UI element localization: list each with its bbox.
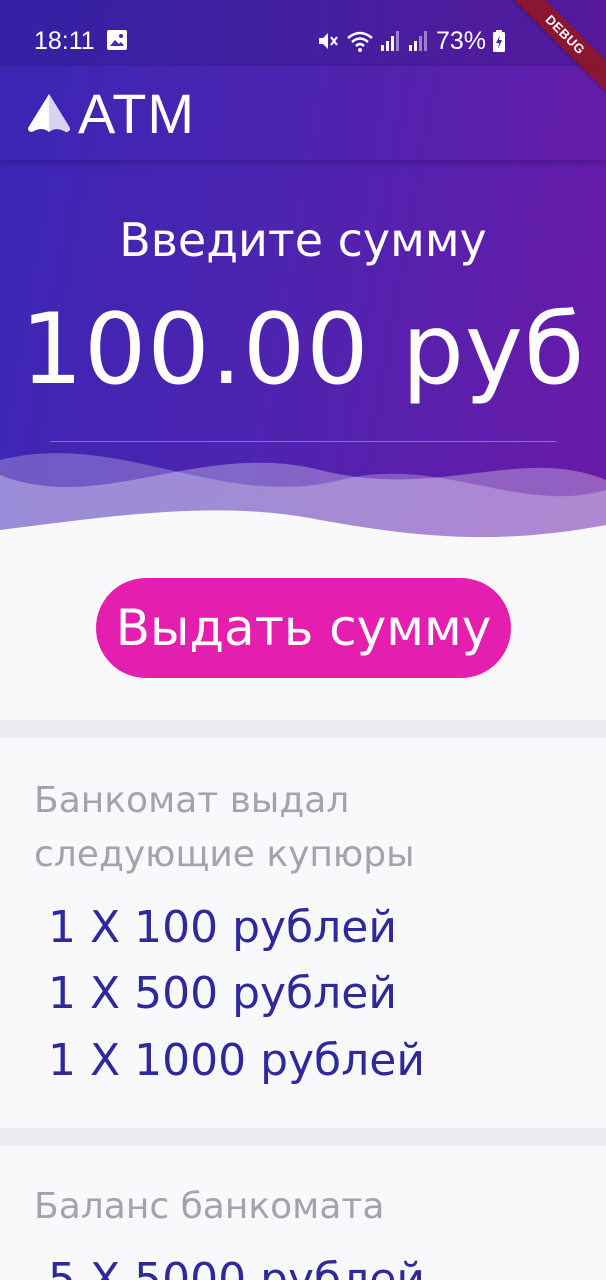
wifi-icon (347, 31, 373, 52)
amount-input[interactable]: 100.00 руб (0, 300, 606, 400)
app-bar: ATM (0, 66, 606, 160)
app-logo-text: ATM (78, 82, 196, 145)
battery-charging-icon (493, 30, 505, 52)
dispensed-bill-item: 1 X 1000 рублей (48, 1035, 425, 1086)
status-icons: 73% (316, 26, 506, 56)
dispensed-bill-item: 1 X 100 рублей (48, 902, 397, 953)
withdraw-button[interactable]: Выдать сумму (96, 578, 511, 678)
balance-title: Баланс банкомата (34, 1186, 385, 1227)
status-time: 18:11 (34, 27, 95, 55)
image-icon (107, 30, 127, 50)
signal-icon (380, 31, 399, 51)
section-divider (0, 1128, 606, 1146)
logo-icon (28, 94, 70, 132)
header-panel: 18:11 73% DEBUG ATM Введите сумму 100.00… (0, 0, 606, 545)
battery-percent: 73% (435, 27, 486, 55)
mute-icon (318, 33, 338, 49)
status-bar: 18:11 73% (0, 0, 606, 66)
amount-prompt: Введите сумму (119, 213, 487, 267)
balance-bill-item: 5 X 5000 рублей (48, 1254, 425, 1280)
dispensed-title: Банкомат выдал следующие купюры (34, 780, 415, 875)
section-divider (0, 720, 606, 738)
signal-icon (408, 31, 427, 51)
dispensed-bill-item: 1 X 500 рублей (48, 968, 397, 1019)
wave-decoration (0, 453, 606, 545)
